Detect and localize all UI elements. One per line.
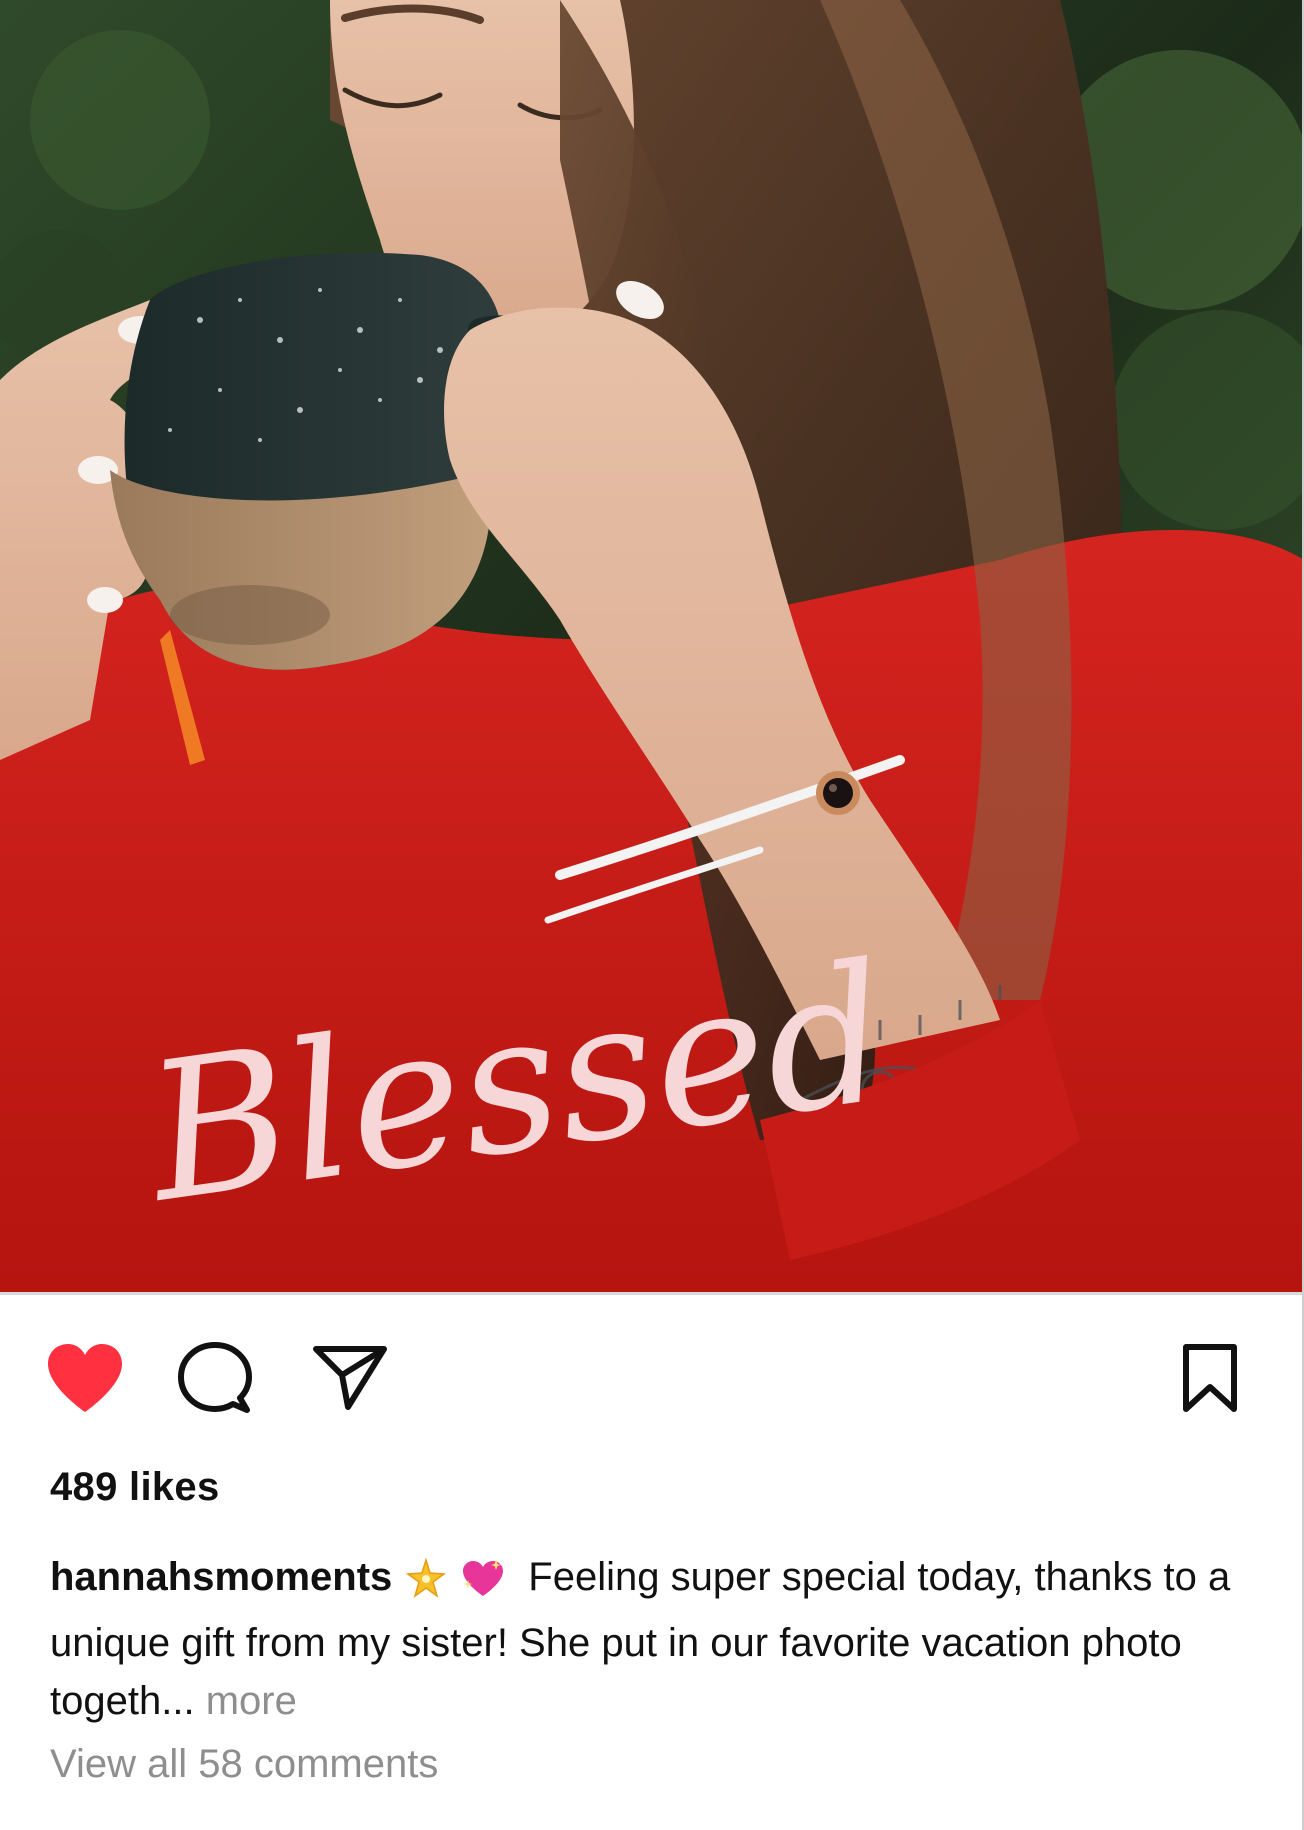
speech-bubble-icon — [178, 1342, 252, 1413]
paper-plane-icon — [313, 1346, 387, 1410]
sparkling-heart-icon — [460, 1556, 506, 1614]
save-button[interactable] — [1165, 1338, 1255, 1418]
post-caption: hannahsmoments Feeling super special toda… — [50, 1548, 1260, 1730]
caption-username[interactable]: hannahsmoments — [50, 1555, 392, 1599]
like-button[interactable] — [40, 1338, 130, 1418]
more-link[interactable]: more — [206, 1679, 297, 1723]
photo-divider — [0, 1292, 1304, 1295]
heart-filled-icon — [48, 1344, 122, 1412]
bookmark-icon — [1183, 1344, 1237, 1412]
instagram-post: Blessed 489 likes hannahsmoments Feeling… — [0, 0, 1304, 1830]
likes-count[interactable]: 489 likes — [50, 1465, 220, 1510]
share-button[interactable] — [305, 1338, 395, 1418]
sparkles-star-icon — [406, 1556, 447, 1614]
comment-button[interactable] — [170, 1338, 260, 1418]
view-all-comments-link[interactable]: View all 58 comments — [50, 1742, 438, 1787]
post-photo[interactable]: Blessed — [0, 0, 1304, 1292]
post-action-bar — [0, 1320, 1304, 1420]
